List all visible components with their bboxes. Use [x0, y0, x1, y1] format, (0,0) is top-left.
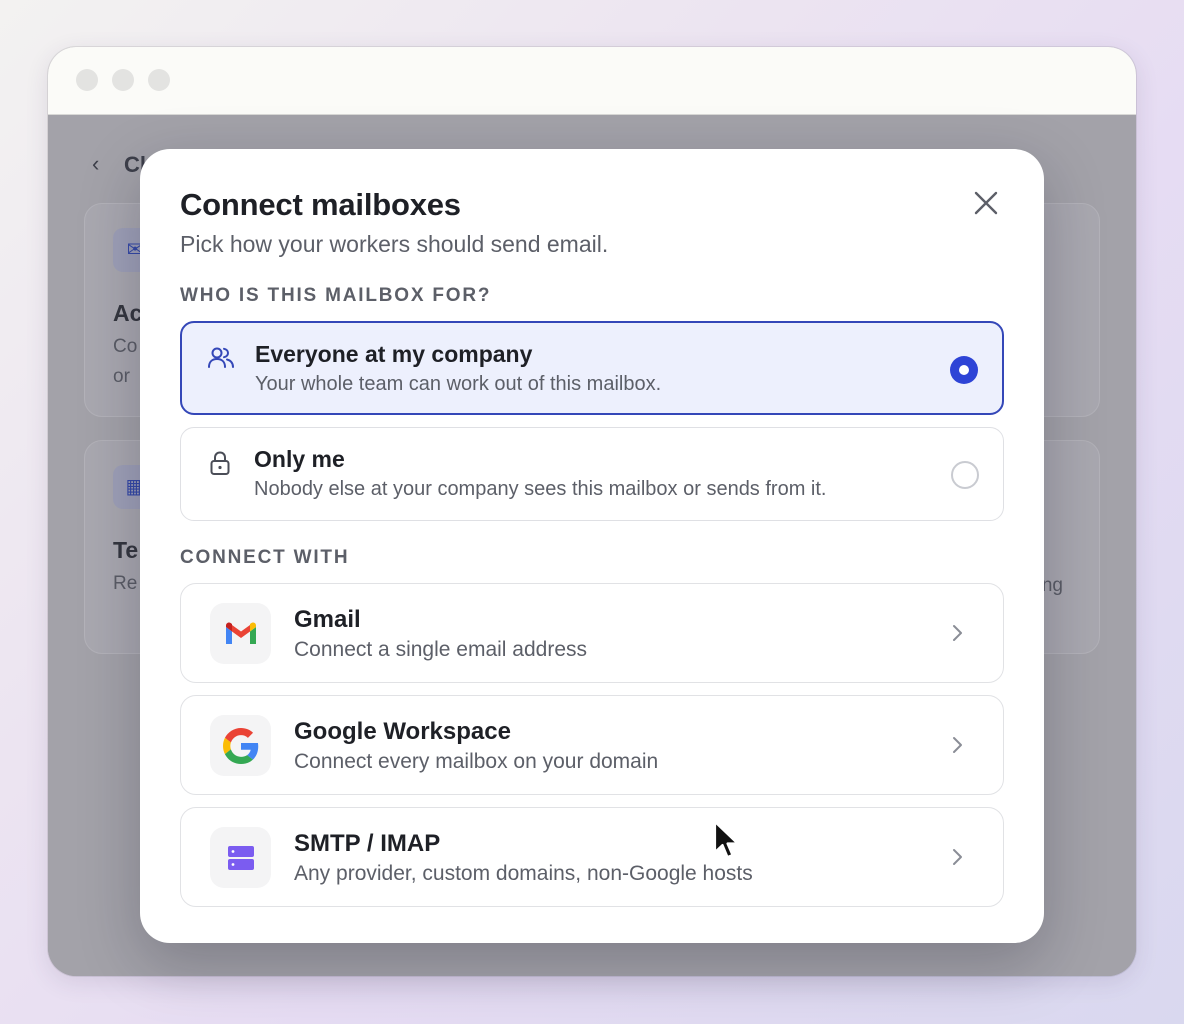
- gmail-logo-tile: [210, 603, 271, 664]
- option-description: Nobody else at your company sees this ma…: [254, 478, 827, 500]
- lock-icon: [210, 451, 230, 475]
- background-card-heading: Ac: [113, 300, 143, 326]
- google-logo-icon: [223, 728, 259, 764]
- option-only-me[interactable]: Only me Nobody else at your company sees…: [180, 427, 1004, 521]
- modal-title: Connect mailboxes: [180, 187, 461, 222]
- provider-description: Connect every mailbox on your domain: [294, 750, 659, 773]
- background-card-text: or: [113, 366, 130, 387]
- background-card-text: Re: [113, 573, 138, 594]
- connect-section-label: CONNECT WITH: [180, 547, 350, 568]
- radio-selected[interactable]: [950, 356, 978, 384]
- modal-subtitle: Pick how your workers should send email.: [180, 231, 609, 257]
- provider-title: Gmail: [294, 606, 361, 633]
- connect-mailboxes-modal: Connect mailboxes Pick how your workers …: [140, 149, 1044, 943]
- provider-title: SMTP / IMAP: [294, 830, 441, 857]
- chevron-right-icon: [953, 737, 962, 753]
- background-card-text: Co: [113, 336, 138, 357]
- provider-smtp-imap[interactable]: SMTP / IMAP Any provider, custom domains…: [180, 807, 1004, 907]
- back-chevron-icon[interactable]: ‹: [92, 151, 99, 177]
- option-everyone[interactable]: Everyone at my company Your whole team c…: [180, 321, 1004, 415]
- background-card-heading: Te: [113, 537, 139, 563]
- users-icon: [208, 347, 234, 368]
- audience-section-label: WHO IS THIS MAILBOX FOR?: [180, 285, 492, 306]
- server-logo-tile: [210, 827, 271, 888]
- mouse-cursor-icon: [713, 820, 739, 859]
- close-icon: [974, 191, 998, 215]
- gmail-logo-icon: [226, 622, 256, 644]
- option-title: Everyone at my company: [255, 341, 533, 367]
- window-maximize-dot[interactable]: [148, 69, 170, 91]
- option-description: Your whole team can work out of this mai…: [255, 373, 662, 395]
- provider-description: Any provider, custom domains, non-Google…: [294, 862, 753, 885]
- chevron-right-icon: [953, 849, 962, 865]
- close-button[interactable]: [966, 183, 1006, 223]
- google-logo-tile: [210, 715, 271, 776]
- background-card-right-text: ng: [1041, 575, 1063, 596]
- provider-gmail[interactable]: Gmail Connect a single email address: [180, 583, 1004, 683]
- option-title: Only me: [254, 446, 345, 472]
- provider-description: Connect a single email address: [294, 638, 587, 661]
- chevron-right-icon: [953, 625, 962, 641]
- window-titlebar: [48, 47, 1136, 115]
- window-minimize-dot[interactable]: [112, 69, 134, 91]
- server-icon: [228, 846, 254, 870]
- window-close-dot[interactable]: [76, 69, 98, 91]
- provider-title: Google Workspace: [294, 718, 511, 745]
- provider-google-workspace[interactable]: Google Workspace Connect every mailbox o…: [180, 695, 1004, 795]
- radio-unselected[interactable]: [951, 461, 979, 489]
